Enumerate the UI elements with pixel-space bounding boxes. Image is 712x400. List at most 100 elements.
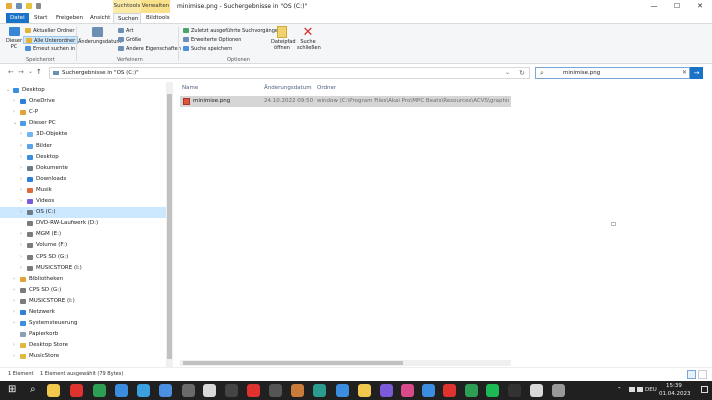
details-view-button[interactable] [687,370,696,379]
clock-time[interactable]: 15:39 [666,383,682,389]
taskbar-app-icon[interactable] [93,384,106,397]
taskbar-app-icon[interactable] [313,384,326,397]
start-button[interactable]: ⊞ [8,384,16,395]
horizontal-scroll-thumb[interactable] [183,361,403,365]
notifications-icon[interactable] [701,386,708,393]
quick-access-dropdown-icon[interactable] [36,3,41,9]
other-properties-button[interactable]: Andere Eigenschaften [118,45,181,53]
chevron-right-icon[interactable]: › [13,296,15,307]
chevron-right-icon[interactable]: › [13,351,15,362]
nav-item[interactable]: › Desktop Store [0,340,166,351]
column-header-name[interactable]: Name [182,85,198,91]
taskbar-app-icon[interactable] [47,384,60,397]
chevron-right-icon[interactable]: › [20,129,22,140]
chevron-right-icon[interactable]: › [20,185,22,196]
minimize-button[interactable]: — [643,0,665,13]
tab-start[interactable]: Start [30,13,51,23]
recent-locations-button[interactable]: ⌄ [28,68,33,75]
nav-item[interactable]: › Dokumente [0,163,166,174]
volume-icon[interactable] [637,387,643,392]
nav-item[interactable]: › MUSICSTORE (I:) [0,263,166,274]
size-button[interactable]: Größe [118,36,141,44]
tab-share[interactable]: Freigeben [52,13,87,23]
file-name[interactable]: minimise.png [193,96,230,107]
taskbar-app-icon[interactable] [508,384,521,397]
nav-item[interactable]: › Netzwerk [0,307,166,318]
tab-picture-tools[interactable]: Bildtools [142,13,174,23]
nav-item[interactable]: › OneDrive [0,96,166,107]
column-header-date[interactable]: Änderungsdatum [264,85,312,91]
nav-scroll-thumb[interactable] [167,94,172,359]
taskbar-app-icon[interactable] [247,384,260,397]
tab-view[interactable]: Ansicht [86,13,114,23]
chevron-right-icon[interactable]: › [13,340,15,351]
maximize-button[interactable]: ☐ [666,0,688,13]
nav-item[interactable]: › CPS SD (G:) [0,252,166,263]
taskbar-app-icon[interactable] [182,384,195,397]
nav-item[interactable]: › OS (C:) [0,207,166,219]
nav-item[interactable]: › Bibliotheken [0,274,166,285]
context-tab-search-tools[interactable]: Suchtools [113,0,141,13]
tray-chevron[interactable]: ⌃ [617,387,622,393]
taskbar-app-icon[interactable] [486,384,499,397]
table-row[interactable]: minimise.png 24.10.2022 09:50 window (C:… [180,96,511,107]
tab-search[interactable]: Suchen [113,13,141,23]
chevron-down-icon[interactable]: ⌄ [6,85,10,96]
chevron-right-icon[interactable]: › [13,107,15,118]
chevron-right-icon[interactable]: › [13,274,15,285]
back-button[interactable]: ← [8,68,14,76]
address-path[interactable]: Suchergebnisse in "OS (C:)" [62,68,139,78]
nav-scrollbar[interactable] [166,82,173,367]
language-indicator[interactable]: DEU [645,387,657,393]
recent-searches-button[interactable]: Zuletzt ausgeführte Suchvorgänge [183,27,278,35]
nav-item[interactable]: › CPS SD (G:) [0,285,166,296]
chevron-right-icon[interactable]: › [20,252,22,263]
clear-search-button[interactable]: ✕ [682,68,687,78]
chevron-right-icon[interactable]: › [20,207,22,218]
chevron-right-icon[interactable]: › [13,307,15,318]
chevron-right-icon[interactable]: › [20,196,22,207]
search-box[interactable]: ⌕ minimise.png ✕ [535,67,690,79]
taskbar-app-icon[interactable] [336,384,349,397]
search-input[interactable]: minimise.png [563,68,600,78]
chevron-right-icon[interactable]: › [20,174,22,185]
nav-item[interactable]: › Systemsteuerung [0,318,166,329]
current-folder-button[interactable]: Aktueller Ordner [25,27,74,35]
refresh-button[interactable]: ↻ [519,68,525,78]
chevron-right-icon[interactable]: › [13,96,15,107]
nav-item[interactable]: › MGM (E:) [0,229,166,240]
nav-item[interactable]: ⌄ Desktop [0,85,166,96]
search-again-button[interactable]: Erneut suchen in [25,45,75,53]
up-button[interactable]: ↑ [36,68,42,76]
save-search-button[interactable]: Suche speichern [183,45,232,53]
taskbar-app-icon[interactable] [465,384,478,397]
taskbar-app-icon[interactable] [225,384,238,397]
forward-button[interactable]: → [18,68,24,76]
taskbar-app-icon[interactable] [291,384,304,397]
nav-item[interactable]: › C-P [0,107,166,118]
close-search-button[interactable]: ✕ Suche schließen [297,26,321,51]
taskbar-app-icon[interactable] [530,384,543,397]
taskbar-app-icon[interactable] [159,384,172,397]
large-icons-view-button[interactable] [698,370,707,379]
search-go-button[interactable]: → [690,67,703,79]
nav-item[interactable]: › Volume (F:) [0,240,166,251]
tab-file[interactable]: Datei [6,13,29,23]
taskbar-search-button[interactable]: ⌕ [30,384,36,395]
nav-item[interactable]: › Desktop [0,152,166,163]
taskbar-app-icon[interactable] [137,384,150,397]
chevron-right-icon[interactable]: › [13,318,15,329]
address-box[interactable]: Suchergebnisse in "OS (C:)" ⌄ ↻ [49,67,530,79]
type-button[interactable]: Art [118,27,133,35]
horizontal-scrollbar[interactable] [180,360,511,366]
open-location-button[interactable]: Dateipfad öffnen [271,26,296,51]
chevron-right-icon[interactable]: › [20,229,22,240]
nav-item[interactable]: › Musik [0,185,166,196]
network-icon[interactable] [629,387,635,392]
clock-date[interactable]: 01.04.2023 [659,391,691,397]
nav-item[interactable]: Papierkorb [0,329,166,340]
chevron-right-icon[interactable]: › [20,263,22,274]
column-header-folder[interactable]: Ordner [317,85,336,91]
all-subfolders-button[interactable]: Alle Unterordner [23,36,79,44]
chevron-right-icon[interactable]: › [13,285,15,296]
